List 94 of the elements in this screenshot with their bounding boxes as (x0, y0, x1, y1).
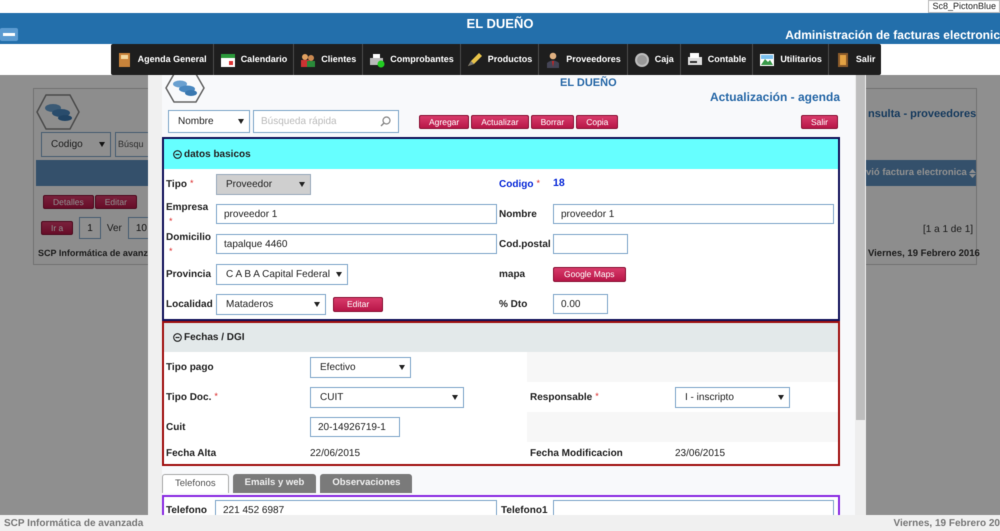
date-value: 22/06/2015 (310, 446, 360, 460)
page-title: nsulta - proveedores (868, 107, 976, 122)
caret-icon (238, 119, 244, 124)
picture-icon (759, 52, 776, 68)
field-label: % Dto (499, 298, 528, 312)
fax-icon (686, 52, 703, 68)
action-button[interactable]: Copia (576, 114, 618, 128)
range-label: [1 a 1 de 1] (923, 223, 974, 237)
select-field[interactable]: Efectivo (310, 356, 411, 378)
goto-button[interactable]: Ir a (41, 221, 74, 235)
required-mark: * (190, 177, 194, 190)
input-field[interactable]: tapalque 4460 (216, 234, 497, 254)
logo-icon (36, 94, 80, 130)
person-icon (545, 52, 562, 68)
book-icon (116, 52, 133, 68)
caret-icon (336, 272, 342, 276)
exit-button[interactable]: Salir (800, 114, 838, 128)
caret-icon (452, 394, 458, 400)
field-label: Telefono1 (501, 504, 548, 515)
theme-label: Sc8_PictonBlue (928, 0, 1000, 13)
input-field[interactable]: 20-14926719-1 (310, 417, 400, 437)
select-field[interactable]: Mataderos (216, 294, 326, 314)
field-label: Responsable (530, 390, 592, 404)
section-header[interactable]: datos basicos (164, 139, 838, 169)
field-label: Provincia (166, 268, 212, 282)
footer-text: SCP Informática de avanz (38, 247, 148, 260)
printer-icon (369, 52, 386, 68)
field-label: Empresa (166, 200, 208, 215)
caret-icon (314, 302, 320, 306)
section-header[interactable]: Fechas / DGI (164, 323, 838, 352)
code-value: 18 (553, 176, 565, 192)
input-field[interactable]: proveedor 1 (216, 204, 497, 224)
modal-subtitle: Actualización - agenda (710, 89, 840, 106)
caret-icon (399, 364, 405, 370)
field-label: Fecha Modificacion (530, 446, 623, 460)
field-label: Tipo pago (166, 360, 214, 374)
app-subtitle: Administración de facturas electronic (785, 27, 1000, 44)
menu-item[interactable]: Agenda General (110, 44, 213, 75)
tab[interactable]: Emails y web (232, 474, 316, 493)
select-field[interactable]: C A B A Capital Federal (216, 264, 348, 284)
field-label: Cuit (166, 420, 186, 434)
footer-text: SCP Informática de avanzada (4, 516, 144, 530)
calendar-icon (220, 52, 236, 68)
view-label: Ver (106, 222, 122, 236)
field-label: mapa (499, 268, 526, 282)
search-by-select[interactable]: Nombre (168, 110, 250, 133)
select-field[interactable]: CUIT (310, 386, 464, 408)
date-text: Viernes, 19 Febrero 20 (893, 516, 1000, 530)
date-value: 23/06/2015 (675, 446, 726, 460)
map-button[interactable]: Google Maps (553, 266, 626, 282)
input-field[interactable]: proveedor 1 (553, 204, 834, 224)
input-field[interactable]: 0.00 (553, 294, 608, 314)
modal-title: EL DUEÑO (560, 75, 617, 91)
scrollbar[interactable] (855, 75, 866, 515)
logo-icon (0, 28, 18, 41)
field-label: Tipo (166, 178, 187, 192)
logo-icon (165, 75, 205, 103)
phone-field[interactable]: 221 452 6987 (215, 500, 497, 515)
field-label: Localidad (166, 298, 213, 312)
field-label: Tipo Doc. (166, 390, 212, 404)
tab[interactable]: Telefonos (162, 474, 229, 493)
pencil-icon (466, 52, 483, 68)
required-mark: * (595, 390, 599, 404)
required-mark: * (169, 244, 173, 258)
caret-icon (778, 394, 784, 400)
select-field[interactable]: I - inscripto (675, 386, 790, 408)
caret-icon (99, 142, 105, 147)
field-label: Nombre (499, 208, 537, 222)
field-label: Codigo (499, 178, 534, 192)
action-button[interactable]: Actualizar (471, 114, 529, 128)
action-button[interactable]: Borrar (530, 114, 574, 128)
input-field[interactable] (553, 234, 628, 254)
coin-icon (634, 52, 650, 68)
column-header: vió factura electronica (866, 166, 967, 180)
app-title: EL DUEÑO (466, 15, 534, 33)
field-label: Cod.postal (499, 238, 551, 252)
required-mark: * (536, 177, 540, 190)
phone-field[interactable] (553, 500, 834, 515)
field-label: Fecha Alta (166, 446, 216, 460)
tab[interactable]: Observaciones (320, 474, 412, 493)
row-button[interactable]: Editar (94, 195, 137, 209)
edit-button[interactable]: Editar (333, 296, 384, 312)
people-icon (300, 52, 316, 68)
row-button[interactable]: Detalles (43, 195, 94, 209)
required-mark: * (214, 390, 218, 404)
field-label: Telefono (166, 504, 207, 515)
required-mark: * (169, 214, 173, 228)
search-icon (380, 116, 391, 127)
select-field[interactable]: Codigo (41, 132, 111, 157)
date-text: Viernes, 19 Febrero 2016 (868, 247, 980, 261)
page-field[interactable]: 1 (79, 217, 101, 239)
action-button[interactable]: Agregar (419, 114, 470, 128)
field-label: Domicilio (166, 230, 212, 245)
caret-icon (299, 182, 305, 186)
